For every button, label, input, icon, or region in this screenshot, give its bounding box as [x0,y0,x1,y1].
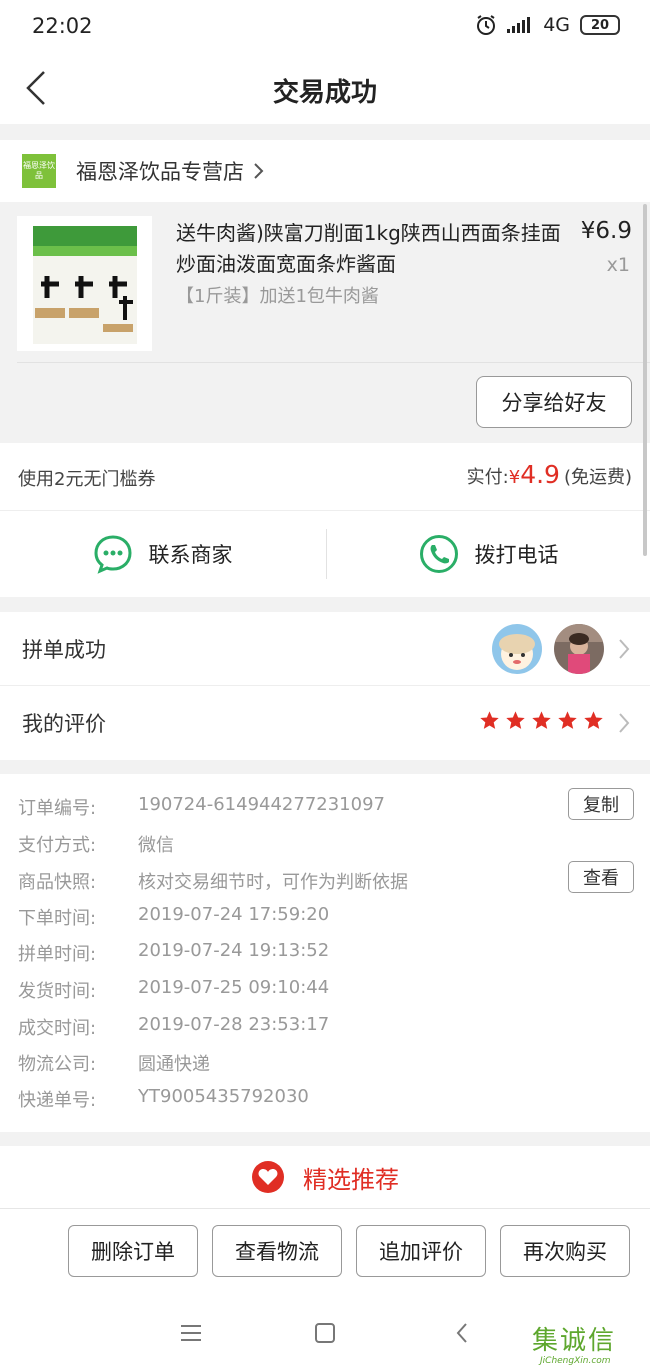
store-link[interactable]: 福恩泽饮品 福恩泽饮品专营店 [0,140,650,202]
info-row-order-number: 订单编号: 190724-614944277231097 [18,794,385,824]
buy-again-button[interactable]: 再次购买 [500,1225,630,1277]
info-row-order-time: 下单时间: 2019-07-24 17:59:20 [18,904,329,934]
info-row-payment-method: 支付方式: 微信 [18,831,174,861]
view-snapshot-button[interactable]: 查看 [568,861,634,893]
info-label: 快递单号: [18,1090,97,1111]
my-review-label: 我的评价 [22,712,106,736]
share-button[interactable]: 分享给好友 [476,376,632,428]
payment-summary: 使用2元无门槛券 实付: ¥ 4.9 (免运费) [0,443,650,511]
order-info: 订单编号: 190724-614944277231097 复制 支付方式: 微信… [0,774,650,1132]
paid-amount: 4.9 [520,460,560,489]
status-time: 22:02 [32,14,93,38]
chevron-right-icon [619,639,630,659]
my-review-row[interactable]: 我的评价 [0,686,650,760]
heart-badge-icon [252,1161,284,1193]
group-success-row[interactable]: 拼单成功 [0,612,650,686]
status-icons: 4G 20 [475,14,620,36]
info-row-snapshot: 商品快照: 核对交易细节时，可作为判断依据 [18,868,408,898]
watermark-main: 集诚信 [532,1326,617,1356]
info-label: 成交时间: [18,1018,97,1039]
chat-bubble-icon [93,535,132,574]
info-label: 发货时间: [18,981,97,1002]
info-row-deal-time: 成交时间: 2019-07-28 23:53:17 [18,1014,329,1044]
star-icon [532,711,551,729]
recommend-header: 精选推荐 [0,1146,650,1208]
paid-total: 实付: ¥ 4.9 (免运费) [467,460,632,489]
contact-merchant-button[interactable]: 联系商家 [0,511,325,597]
order-action-bar: 删除订单 查看物流 追加评价 再次购买 [0,1208,650,1294]
back-icon[interactable] [450,1320,476,1346]
info-label: 订单编号: [18,798,97,819]
chevron-right-icon [254,163,264,179]
order-time: 2019-07-24 17:59:20 [138,904,330,925]
info-label: 商品快照: [18,872,97,893]
recommend-label: 精选推荐 [303,1165,399,1194]
info-row-logistics-company: 物流公司: 圆通快递 [18,1050,210,1080]
star-icon [558,711,577,729]
watermark-sub: JiChengXin.com [540,1356,611,1366]
alarm-icon [477,15,496,35]
info-label: 下单时间: [18,908,97,929]
status-bar: 22:02 4G 20 [0,0,650,56]
info-row-tracking-number: 快递单号: YT9005435792030 [18,1086,309,1116]
group-time: 2019-07-24 19:13:52 [138,940,330,961]
home-icon[interactable] [312,1320,338,1346]
phone-icon [419,535,458,573]
delete-order-button[interactable]: 删除订单 [68,1225,198,1277]
ship-time: 2019-07-25 09:10:44 [138,977,330,998]
store-name: 福恩泽饮品专营店 [76,160,244,184]
watermark-logo: 集诚信 JiChengXin.com [532,1320,640,1372]
product-quantity: x1 [606,254,630,276]
order-number: 190724-614944277231097 [138,794,385,815]
menu-icon[interactable] [178,1320,204,1346]
call-phone-button[interactable]: 拨打电话 [326,511,650,597]
star-icon [506,711,525,729]
info-row-ship-time: 发货时间: 2019-07-25 09:10:44 [18,977,329,1007]
star-icon [584,711,603,729]
group-success-label: 拼单成功 [22,638,106,662]
product-price: ¥6.9 [580,218,632,244]
tracking-number: YT9005435792030 [138,1086,309,1107]
scrollbar[interactable] [643,204,647,556]
product-card[interactable]: 送牛肉酱)陕富刀削面1kg陕西山西面条挂面炒面油泼面宽面条炸酱面 ¥6.9 x1… [0,202,650,443]
product-title: 送牛肉酱)陕富刀削面1kg陕西山西面条挂面炒面油泼面宽面条炸酱面 [176,221,561,276]
paid-label: 实付: [466,467,509,488]
product-spec: 【1斤装】加送1包牛肉酱 [176,286,379,307]
snapshot-note: 核对交易细节时，可作为判断依据 [138,872,408,893]
divider [17,362,650,363]
store-logo: 福恩泽饮品 [22,154,56,188]
star-icon [480,711,499,729]
network-type: 4G [543,14,570,36]
info-label: 支付方式: [18,835,97,856]
avatar [492,624,542,674]
logistics-company: 圆通快递 [138,1054,210,1075]
add-review-button[interactable]: 追加评价 [356,1225,486,1277]
battery-icon: 20 [580,15,620,35]
contact-row: 联系商家 拨打电话 [0,511,650,597]
coupon-text: 使用2元无门槛券 [18,469,156,490]
battery-level: 20 [590,17,610,33]
view-logistics-button[interactable]: 查看物流 [212,1225,342,1277]
copy-button[interactable]: 复制 [568,788,634,820]
page-title: 交易成功 [272,78,377,108]
payment-method: 微信 [138,835,174,856]
rating-stars [479,710,604,731]
avatar [554,624,604,674]
contact-merchant-label: 联系商家 [148,543,233,567]
product-image [17,216,152,351]
chevron-right-icon [619,713,630,733]
info-row-group-time: 拼单时间: 2019-07-24 19:13:52 [18,940,329,970]
paid-currency: ¥ [508,467,521,488]
info-label: 拼单时间: [18,944,97,965]
nav-bar: 交易成功 [0,56,650,124]
deal-time: 2019-07-28 23:53:17 [138,1014,330,1035]
call-phone-label: 拨打电话 [474,543,559,567]
signal-icon [507,17,531,33]
info-label: 物流公司: [18,1054,97,1075]
shipping-note: (免运费) [563,467,632,488]
